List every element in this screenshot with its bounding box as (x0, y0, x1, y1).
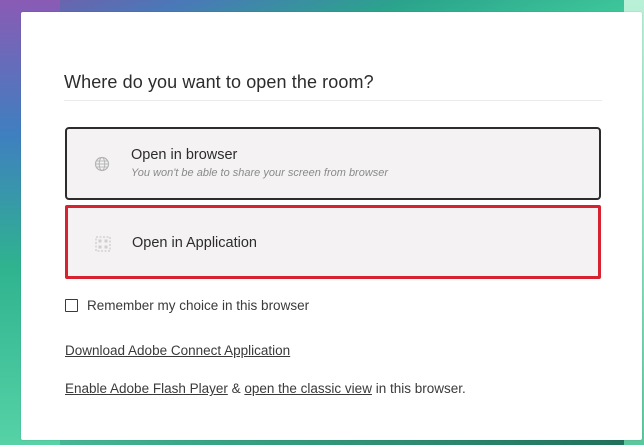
flash-ampersand: & (227, 381, 245, 396)
open-in-application-option[interactable]: Open in Application (65, 205, 601, 279)
flash-suffix: in this browser. (371, 381, 466, 396)
open-room-dialog: Where do you want to open the room? Open… (21, 12, 642, 440)
application-icon (95, 236, 111, 252)
dialog-title: Where do you want to open the room? (64, 72, 374, 92)
open-in-browser-label: Open in browser (131, 147, 238, 163)
enable-flash-link[interactable]: Enable Adobe Flash Player (65, 381, 228, 396)
globe-icon (94, 156, 110, 172)
title-divider (64, 100, 602, 101)
flash-line: Enable Adobe Flash Player & open the cla… (65, 381, 466, 396)
download-application-link[interactable]: Download Adobe Connect Application (65, 343, 290, 358)
open-in-application-label: Open in Application (132, 235, 257, 251)
open-in-browser-subtitle: You won't be able to share your screen f… (131, 167, 389, 179)
classic-view-link[interactable]: open the classic view (244, 381, 372, 396)
remember-checkbox[interactable] (65, 298, 78, 312)
remember-label: Remember my choice in this browser (87, 297, 310, 313)
open-in-browser-option[interactable]: Open in browser You won't be able to sha… (65, 127, 601, 200)
remember-choice[interactable]: Remember my choice in this browser (65, 297, 309, 313)
